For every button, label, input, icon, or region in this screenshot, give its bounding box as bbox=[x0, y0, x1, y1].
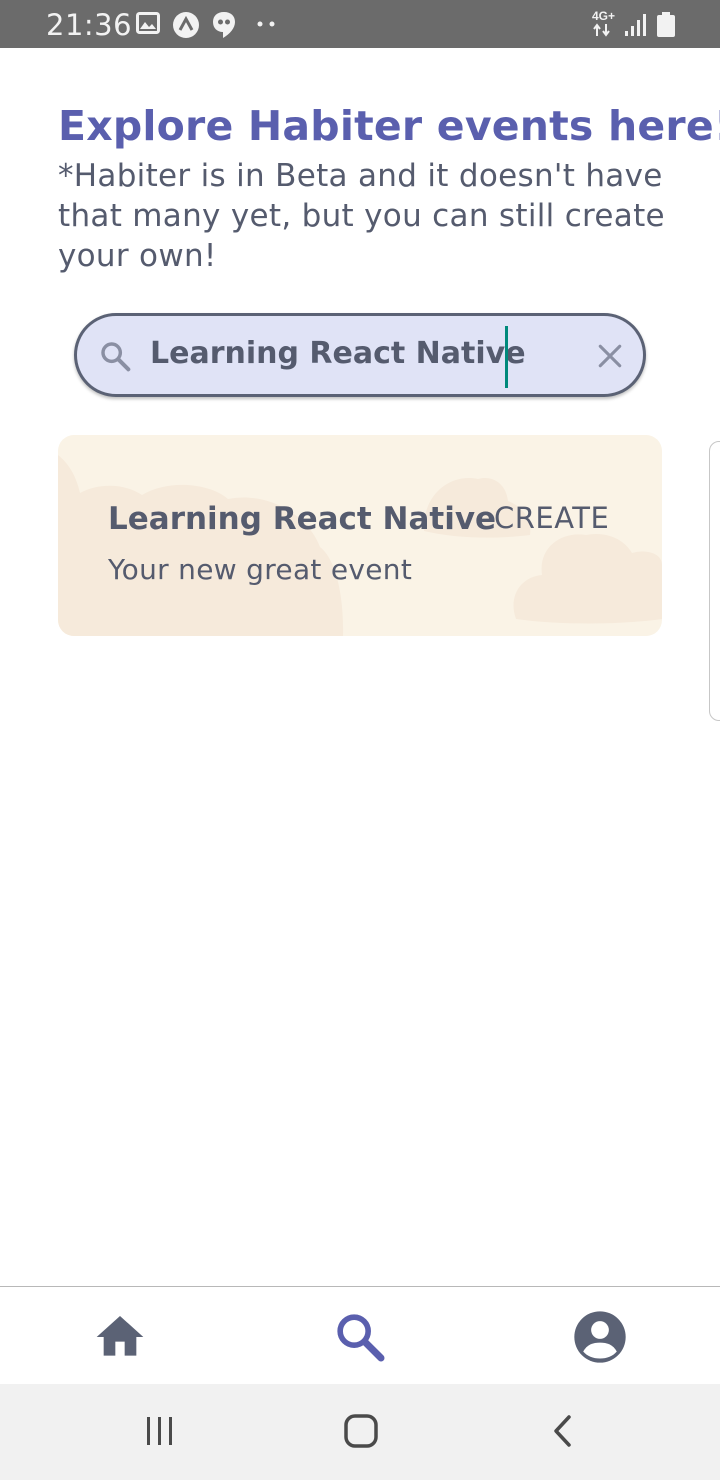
image-icon bbox=[136, 12, 160, 34]
search-tab-icon[interactable] bbox=[332, 1309, 388, 1365]
search-icon bbox=[101, 342, 131, 372]
recent-apps-icon[interactable] bbox=[144, 1415, 176, 1447]
network-label: 4G+ bbox=[592, 9, 616, 23]
event-card[interactable]: Learning React Native CREATE Your new gr… bbox=[58, 435, 662, 636]
back-icon[interactable] bbox=[550, 1414, 574, 1448]
chat-icon bbox=[213, 12, 235, 38]
home-icon[interactable] bbox=[92, 1309, 148, 1365]
create-button[interactable]: CREATE bbox=[494, 501, 609, 535]
text-caret bbox=[505, 326, 508, 388]
home-button-icon[interactable] bbox=[343, 1413, 379, 1449]
page-title: Explore Habiter events here! bbox=[58, 102, 720, 150]
close-icon[interactable] bbox=[597, 343, 623, 369]
network-4g-icon: 4G+ bbox=[592, 10, 615, 42]
arrow-icon bbox=[173, 12, 199, 38]
more-dots-icon bbox=[257, 21, 275, 27]
account-circle-icon[interactable] bbox=[572, 1309, 628, 1365]
search-bar[interactable]: Learning React Native bbox=[74, 313, 646, 397]
event-title: Learning React Native bbox=[108, 501, 497, 537]
status-time: 21:36 bbox=[46, 8, 133, 42]
page-subtitle: *Habiter is in Beta and it doesn't have … bbox=[58, 158, 665, 274]
battery-icon bbox=[657, 12, 675, 37]
bottom-tab-bar bbox=[0, 1286, 720, 1384]
system-navigation-bar bbox=[0, 1384, 720, 1480]
edge-panel-handle[interactable] bbox=[709, 441, 720, 721]
signal-icon bbox=[625, 14, 646, 36]
event-description: Your new great event bbox=[108, 553, 413, 586]
status-bar: 21:36 4G+ bbox=[0, 0, 720, 48]
data-arrows-icon bbox=[593, 23, 610, 37]
